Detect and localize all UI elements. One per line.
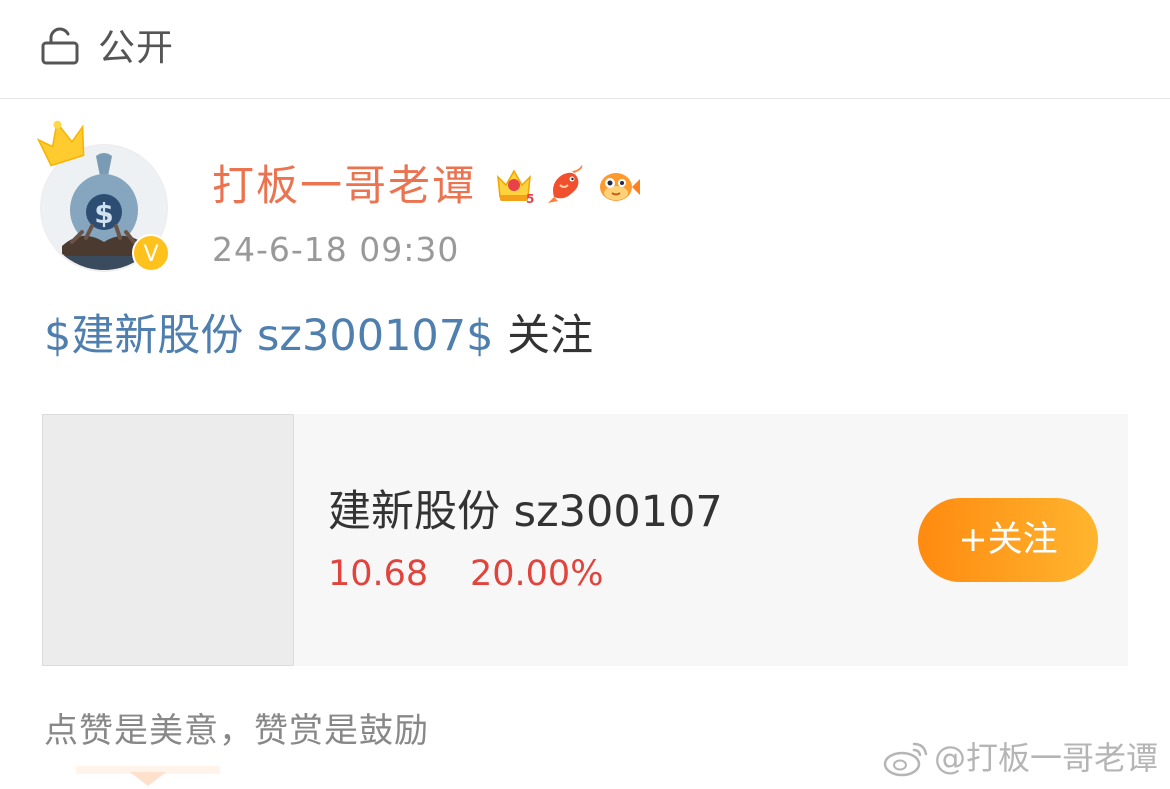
svg-text:5: 5 — [526, 192, 534, 206]
pufferfish-badge-icon[interactable] — [596, 163, 640, 207]
author-avatar-group[interactable]: $ V — [34, 118, 174, 278]
stock-card-thumbnail — [42, 414, 294, 666]
visibility-bar[interactable]: 公开 — [0, 0, 1170, 99]
vip-crown-badge-icon[interactable]: 5 — [492, 163, 536, 207]
follow-stock-button[interactable]: +关注 — [918, 498, 1098, 582]
post-timestamp: 24-6-18 09:30 — [212, 230, 460, 269]
stock-change-percent: 20.00% — [470, 554, 604, 594]
verified-v-icon: V — [132, 234, 170, 272]
post-body-text: 关注 — [493, 311, 594, 361]
stock-price: 10.68 — [328, 554, 429, 594]
stock-card[interactable]: 建新股份 sz300107 10.68 20.00% +关注 — [42, 414, 1128, 666]
svg-text:V: V — [143, 242, 158, 267]
weibo-icon — [883, 742, 928, 777]
weibo-watermark: @打板一哥老谭 — [882, 736, 1158, 780]
svg-text:$: $ — [94, 197, 113, 230]
stock-topic-link[interactable]: $建新股份 sz300107$ — [44, 311, 494, 361]
stock-name: 建新股份 sz300107 — [328, 487, 723, 537]
author-name[interactable]: 打板一哥老谭 — [212, 158, 476, 214]
post-body: $建新股份 sz300107$ 关注 — [44, 306, 593, 366]
unlock-icon — [41, 27, 79, 65]
koi-fish-badge-icon[interactable] — [544, 163, 588, 207]
visibility-label: 公开 — [98, 26, 174, 69]
reward-prompt: 点赞是美意，赞赏是鼓励 — [44, 711, 429, 751]
weibo-post-page: 公开 $ V 打板一哥老谭 5 24-6-18 09:30 $建新股份 sz30… — [0, 0, 1170, 789]
author-badges: 5 — [492, 162, 640, 208]
crown-icon — [36, 120, 85, 167]
watermark-text: @打板一哥老谭 — [933, 739, 1158, 777]
reward-arrow-icon — [76, 766, 220, 786]
